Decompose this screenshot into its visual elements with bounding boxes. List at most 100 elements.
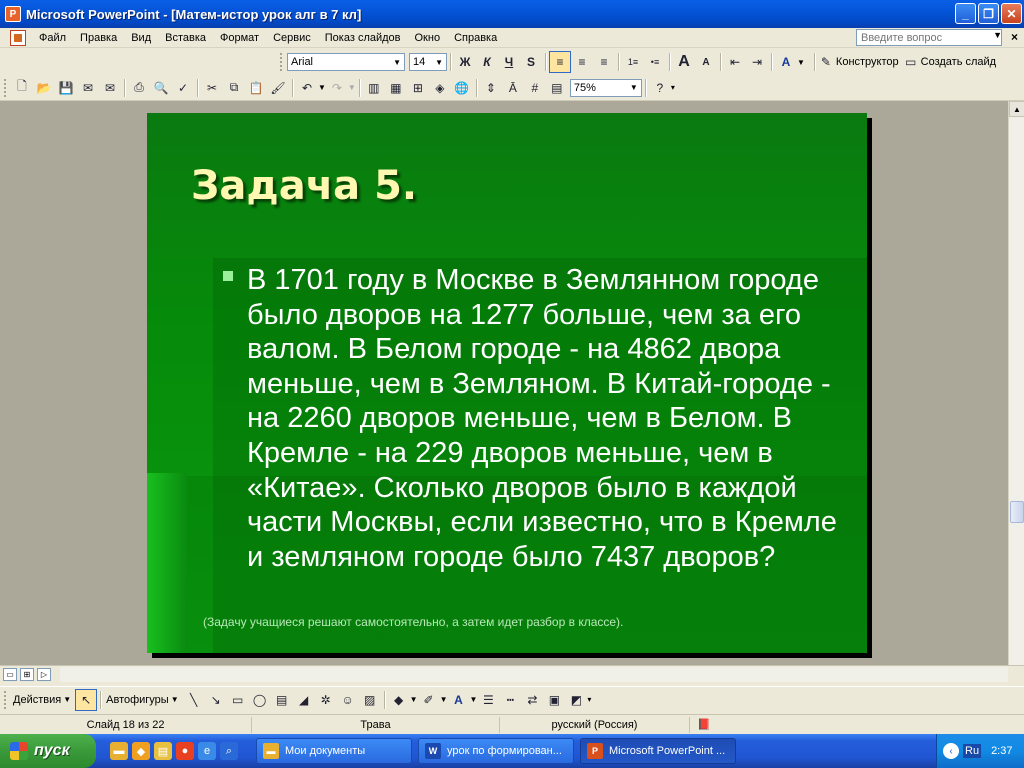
- slideshow-view-icon[interactable]: ▷: [37, 667, 51, 681]
- media-icon[interactable]: ●: [176, 742, 194, 760]
- slide[interactable]: Задача 5. В 1701 году в Москве в Землянн…: [147, 113, 867, 653]
- task-my-documents[interactable]: ▬ Мои документы: [256, 738, 412, 764]
- decrease-font-icon[interactable]: A: [695, 51, 717, 73]
- chevron-down-icon[interactable]: ▼: [171, 695, 179, 704]
- language-indicator[interactable]: Ru: [963, 744, 982, 758]
- close-button[interactable]: ✕: [1001, 3, 1022, 24]
- zoom-select[interactable]: 75% ▼: [569, 78, 642, 97]
- bulleted-list-icon[interactable]: •≡: [644, 51, 666, 73]
- dash-style-icon[interactable]: ┅: [499, 689, 521, 711]
- arrow-style-icon[interactable]: ⇄: [521, 689, 543, 711]
- increase-indent-icon[interactable]: ⇥: [746, 51, 768, 73]
- paste-icon[interactable]: 📋: [245, 77, 267, 99]
- oval-icon[interactable]: ◯: [249, 689, 271, 711]
- font-select[interactable]: Arial ▼: [287, 53, 405, 71]
- normal-view-icon[interactable]: ▭: [3, 667, 17, 681]
- font-color-icon[interactable]: A: [775, 51, 797, 73]
- menu-tools[interactable]: Сервис: [266, 32, 318, 44]
- align-left-button[interactable]: ≡: [549, 51, 571, 73]
- search-icon[interactable]: ⌕: [220, 742, 238, 760]
- rectangle-icon[interactable]: ▭: [227, 689, 249, 711]
- picture-icon[interactable]: ▨: [359, 689, 381, 711]
- document-icon[interactable]: [10, 29, 26, 46]
- shadow-style-icon[interactable]: ▣: [543, 689, 565, 711]
- explorer-icon[interactable]: ▤: [154, 742, 172, 760]
- save-icon[interactable]: 💾: [55, 77, 77, 99]
- chevron-down-icon[interactable]: ▼: [469, 695, 477, 704]
- line-color-icon[interactable]: ✐: [418, 689, 440, 711]
- minimize-button[interactable]: _: [955, 3, 976, 24]
- clipart-icon[interactable]: ☺: [337, 689, 359, 711]
- task-word-document[interactable]: W урок по формирован...: [418, 738, 574, 764]
- slide-body-text[interactable]: В 1701 году в Москве в Землянном городе …: [247, 263, 847, 574]
- insert-diagram-icon[interactable]: ◈: [429, 77, 451, 99]
- font-size-select[interactable]: 14 ▼: [409, 53, 447, 71]
- scroll-up-icon[interactable]: ▲: [1009, 101, 1024, 117]
- insert-hyperlink-icon[interactable]: 🌐: [451, 77, 473, 99]
- open-folder-icon[interactable]: 📂: [33, 77, 55, 99]
- diagram-icon[interactable]: ✲: [315, 689, 337, 711]
- chevron-down-icon[interactable]: ▼: [318, 83, 326, 92]
- show-formatting-icon[interactable]: Ā: [502, 77, 524, 99]
- wordart-icon[interactable]: ◢: [293, 689, 315, 711]
- bold-button[interactable]: Ж: [454, 51, 476, 73]
- toolbar-grip[interactable]: [4, 78, 7, 97]
- italic-button[interactable]: К: [476, 51, 498, 73]
- decrease-indent-icon[interactable]: ⇤: [724, 51, 746, 73]
- menu-file[interactable]: Файл: [32, 32, 73, 44]
- line-icon[interactable]: ╲: [183, 689, 205, 711]
- email-icon[interactable]: ✉: [99, 77, 121, 99]
- ie-icon[interactable]: e: [198, 742, 216, 760]
- new-document-icon[interactable]: 🗋: [11, 77, 33, 99]
- chevron-down-icon[interactable]: ▼: [410, 695, 418, 704]
- task-powerpoint[interactable]: P Microsoft PowerPoint ...: [580, 738, 736, 764]
- scroll-thumb[interactable]: [1010, 501, 1024, 523]
- help-icon[interactable]: ?: [649, 77, 671, 99]
- format-painter-icon[interactable]: 🖌: [267, 77, 289, 99]
- help-question-input[interactable]: [856, 29, 1002, 46]
- print-icon[interactable]: ⎙: [128, 77, 150, 99]
- undo-icon[interactable]: ↶: [296, 77, 318, 99]
- menu-window[interactable]: Окно: [408, 32, 448, 44]
- font-color-icon[interactable]: A: [447, 689, 469, 711]
- new-slide-button[interactable]: Создать слайд: [921, 56, 996, 68]
- menu-insert[interactable]: Вставка: [158, 32, 213, 44]
- slide-note[interactable]: (Задачу учащиеся решают самостоятельно, …: [203, 615, 623, 629]
- shadow-button[interactable]: S: [520, 51, 542, 73]
- menu-slideshow[interactable]: Показ слайдов: [318, 32, 408, 44]
- permission-icon[interactable]: ✉: [77, 77, 99, 99]
- draw-actions-menu[interactable]: Действия: [13, 694, 61, 706]
- horizontal-scrollbar[interactable]: [60, 667, 1008, 682]
- slide-title[interactable]: Задача 5.: [191, 163, 417, 209]
- start-button[interactable]: пуск: [0, 734, 96, 768]
- menu-edit[interactable]: Правка: [73, 32, 124, 44]
- copy-icon[interactable]: ⧉: [223, 77, 245, 99]
- chevron-down-icon[interactable]: ▼: [63, 695, 71, 704]
- spelling-icon[interactable]: ✓: [172, 77, 194, 99]
- tables-borders-icon[interactable]: ⊞: [407, 77, 429, 99]
- align-right-button[interactable]: ≡: [593, 51, 615, 73]
- clock[interactable]: 2:37: [991, 745, 1012, 757]
- expand-all-icon[interactable]: ⇕: [480, 77, 502, 99]
- chevron-down-icon[interactable]: ▾: [587, 695, 591, 704]
- select-arrow-icon[interactable]: ↖: [75, 688, 98, 711]
- color-grayscale-icon[interactable]: ▤: [546, 77, 568, 99]
- 3d-style-icon[interactable]: ◩: [565, 689, 587, 711]
- cut-icon[interactable]: ✂: [201, 77, 223, 99]
- increase-font-icon[interactable]: A: [673, 51, 695, 73]
- slide-sorter-icon[interactable]: ⊞: [20, 667, 34, 681]
- designer-button[interactable]: Конструктор: [836, 56, 899, 68]
- show-grid-icon[interactable]: #: [524, 77, 546, 99]
- autoshapes-menu[interactable]: Автофигуры: [106, 694, 169, 706]
- chevron-down-icon[interactable]: ▾: [671, 83, 675, 92]
- textbox-icon[interactable]: ▤: [271, 689, 293, 711]
- folder-icon[interactable]: ▬: [110, 742, 128, 760]
- print-preview-icon[interactable]: 🔍: [150, 77, 172, 99]
- insert-table-icon[interactable]: ▦: [385, 77, 407, 99]
- menu-format[interactable]: Формат: [213, 32, 266, 44]
- insert-chart-icon[interactable]: ▥: [363, 77, 385, 99]
- numbered-list-icon[interactable]: 1≡: [622, 51, 644, 73]
- underline-button[interactable]: Ч: [498, 51, 520, 73]
- menu-view[interactable]: Вид: [124, 32, 158, 44]
- fill-color-icon[interactable]: ◆: [388, 689, 410, 711]
